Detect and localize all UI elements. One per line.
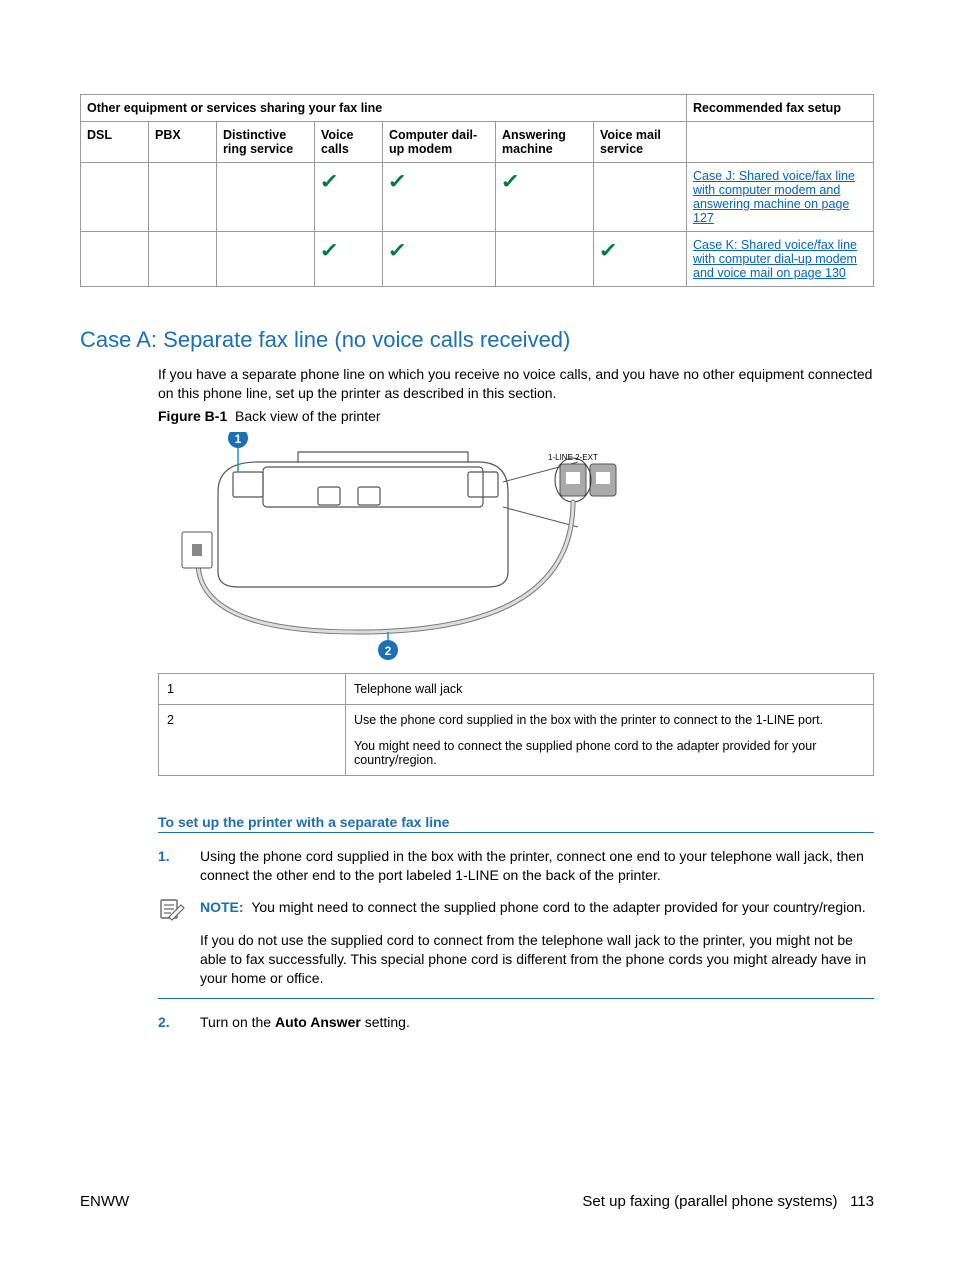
callout-num-1: 1 (235, 432, 242, 446)
callout-text-line: You might need to connect the supplied p… (354, 739, 865, 767)
col-voice: Voice calls (315, 122, 383, 163)
col-dsl: DSL (81, 122, 149, 163)
note-icon (158, 898, 186, 922)
col-modem: Computer dail-up modem (383, 122, 496, 163)
col-answering: Answering machine (496, 122, 594, 163)
checkmark-icon: ✓ (319, 238, 339, 263)
checkmark-icon: ✓ (598, 238, 618, 263)
step-text: setting. (361, 1014, 410, 1030)
footer-right: Set up faxing (parallel phone systems) 1… (582, 1193, 874, 1210)
step-2: Turn on the Auto Answer setting. (158, 1013, 874, 1032)
callout-num-2: 2 (385, 644, 392, 658)
figure-caption: Figure B-1 Back view of the printer (158, 407, 874, 426)
section-heading: Case A: Separate fax line (no voice call… (80, 327, 874, 353)
footer-section: Set up faxing (parallel phone systems) (582, 1193, 837, 1210)
table-row: ✓ ✓ ✓ Case J: Shared voice/fax line with… (81, 163, 874, 232)
link-case-k[interactable]: Case K: Shared voice/fax line with compu… (693, 238, 857, 280)
note-text: You might need to connect the supplied p… (251, 899, 865, 915)
checkmark-icon: ✓ (319, 169, 339, 194)
figure-caption-text: Back view of the printer (235, 408, 381, 424)
page-number: 113 (850, 1193, 874, 1210)
step-1: Using the phone cord supplied in the box… (158, 847, 874, 885)
checkmark-icon: ✓ (500, 169, 520, 194)
port-label-text: 1-LINE 2-EXT (548, 453, 598, 462)
col-recommended (687, 122, 874, 163)
footer-left: ENWW (80, 1193, 129, 1210)
checkmark-icon: ✓ (387, 238, 407, 263)
col-pbx: PBX (149, 122, 217, 163)
note-block: NOTE: You might need to connect the supp… (158, 898, 874, 999)
checkmark-icon: ✓ (387, 169, 407, 194)
table-row: 1 Telephone wall jack (159, 673, 874, 704)
col-distinctive: Distinctive ring service (217, 122, 315, 163)
col-voicemail: Voice mail service (594, 122, 687, 163)
table-group-right: Recommended fax setup (687, 95, 874, 122)
link-case-j[interactable]: Case J: Shared voice/fax line with compu… (693, 169, 855, 225)
figure-label: Figure B-1 (158, 408, 227, 424)
table-row: ✓ ✓ ✓ Case K: Shared voice/fax line with… (81, 232, 874, 287)
setup-heading: To set up the printer with a separate fa… (158, 814, 874, 833)
intro-paragraph: If you have a separate phone line on whi… (158, 365, 874, 403)
table-row: 2 Use the phone cord supplied in the box… (159, 704, 874, 775)
callout-number: 1 (159, 673, 346, 704)
note-label: NOTE: (200, 899, 244, 915)
callout-table: 1 Telephone wall jack 2 Use the phone co… (158, 673, 874, 776)
table-group-left: Other equipment or services sharing your… (81, 95, 687, 122)
note-paragraph: If you do not use the supplied cord to c… (200, 931, 874, 988)
step-bold: Auto Answer (275, 1014, 361, 1030)
callout-number: 2 (159, 704, 346, 775)
printer-diagram: 1-LINE 2-EXT 1 (158, 432, 874, 665)
equipment-table: Other equipment or services sharing your… (80, 94, 874, 287)
callout-text-line: Use the phone cord supplied in the box w… (354, 713, 865, 727)
callout-text: Telephone wall jack (346, 673, 874, 704)
callout-text: Use the phone cord supplied in the box w… (346, 704, 874, 775)
step-text: Turn on the (200, 1014, 275, 1030)
